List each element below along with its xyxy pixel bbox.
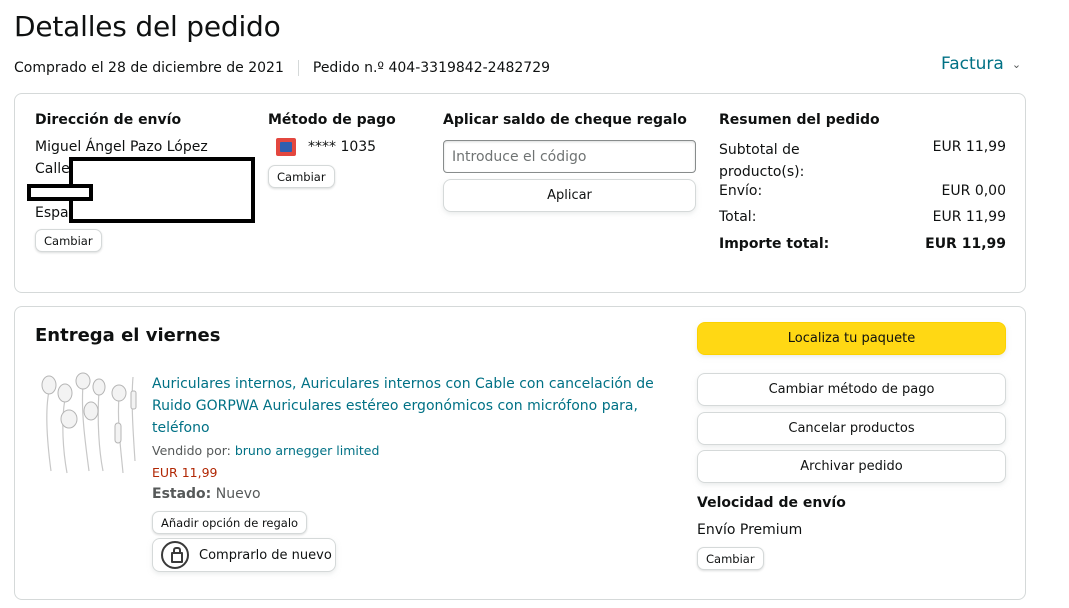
- summary-value: EUR 11,99: [932, 209, 1006, 225]
- redaction-box: [69, 157, 255, 223]
- summary-label: Subtotal de producto(s):: [719, 139, 804, 183]
- product-price: EUR 11,99: [152, 465, 218, 480]
- summary-label: Total:: [719, 209, 757, 225]
- summary-row-grand-total: Importe total: EUR 11,99: [719, 236, 1006, 252]
- shipping-heading: Dirección de envío: [35, 112, 182, 128]
- product-title-link[interactable]: Auriculares internos, Auriculares intern…: [152, 373, 672, 439]
- add-gift-option-button[interactable]: Añadir opción de regalo: [152, 511, 308, 534]
- purchase-date: Comprado el 28 de diciembre de 2021: [14, 60, 284, 76]
- archive-order-button[interactable]: Archivar pedido: [697, 450, 1006, 483]
- invoice-label: Factura: [941, 54, 1004, 74]
- seller-line: Vendido por: bruno arnegger limited: [152, 443, 379, 458]
- shipping-street: Calle: [35, 161, 70, 177]
- summary-value: EUR 0,00: [941, 183, 1006, 199]
- redaction-box: [27, 184, 93, 201]
- summary-label: Envío:: [719, 183, 763, 199]
- shipment-card: Entrega el viernes Auriculares internos,…: [14, 306, 1026, 600]
- buy-again-button[interactable]: Comprarlo de nuevo: [152, 538, 336, 572]
- divider: [297, 60, 299, 76]
- invoice-dropdown[interactable]: Factura ⌄: [941, 54, 1021, 74]
- summary-row-subtotal: Subtotal de producto(s): EUR 11,99: [719, 139, 1006, 183]
- summary-value: EUR 11,99: [925, 236, 1006, 252]
- summary-label: Importe total:: [719, 236, 830, 252]
- apply-gift-button[interactable]: Aplicar: [443, 179, 696, 212]
- status-value: Nuevo: [215, 486, 261, 502]
- credit-card-icon: [276, 138, 296, 156]
- buy-again-label: Comprarlo de nuevo: [199, 547, 332, 563]
- summary-value: EUR 11,99: [932, 139, 1006, 155]
- shipping-speed-value: Envío Premium: [697, 522, 803, 538]
- sold-by-label: Vendido por:: [152, 443, 231, 458]
- order-number: Pedido n.º 404-3319842-2482729: [312, 60, 551, 76]
- change-shipping-speed-button[interactable]: Cambiar: [697, 547, 764, 570]
- page-title: Detalles del pedido: [14, 10, 281, 43]
- shipping-name: Miguel Ángel Pazo López: [35, 139, 208, 155]
- summary-row-shipping: Envío: EUR 0,00: [719, 183, 1006, 199]
- gift-heading: Aplicar saldo de cheque regalo: [443, 112, 687, 128]
- gift-code-input[interactable]: [443, 140, 696, 173]
- buy-again-icon: [161, 541, 189, 569]
- status-label: Estado:: [152, 486, 212, 502]
- shipping-speed-heading: Velocidad de envío: [697, 495, 846, 511]
- order-meta: Comprado el 28 de diciembre de 2021 Pedi…: [14, 60, 550, 76]
- change-payment-method-button[interactable]: Cambiar método de pago: [697, 373, 1006, 406]
- change-payment-button[interactable]: Cambiar: [268, 165, 335, 188]
- summary-row-total: Total: EUR 11,99: [719, 209, 1006, 225]
- product-status: Estado: Nuevo: [152, 486, 261, 502]
- delivery-heading: Entrega el viernes: [35, 325, 221, 346]
- product-image[interactable]: [39, 371, 139, 475]
- subtotal-label-line1: Subtotal de: [719, 142, 800, 158]
- seller-link[interactable]: bruno arnegger limited: [235, 443, 380, 458]
- payment-heading: Método de pago: [268, 112, 396, 128]
- cancel-items-button[interactable]: Cancelar productos: [697, 412, 1006, 445]
- subtotal-label-line2: producto(s):: [719, 164, 805, 180]
- chevron-down-icon: ⌄: [1011, 57, 1022, 71]
- card-number: **** 1035: [308, 139, 377, 155]
- change-address-button[interactable]: Cambiar: [35, 229, 102, 252]
- track-package-button[interactable]: Localiza tu paquete: [697, 322, 1006, 355]
- order-info-card: Dirección de envío Miguel Ángel Pazo Lóp…: [14, 93, 1026, 293]
- summary-heading: Resumen del pedido: [719, 112, 880, 128]
